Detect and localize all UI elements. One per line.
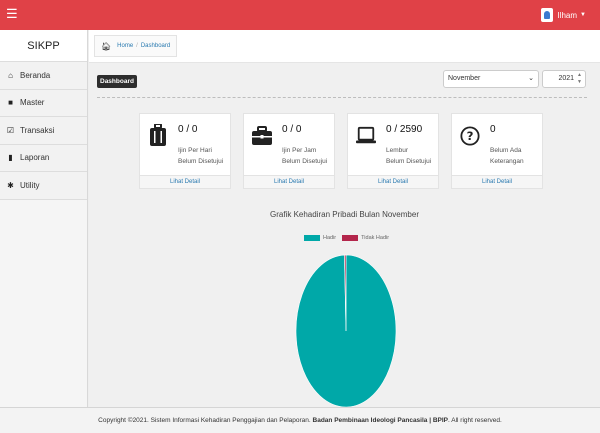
check-square-icon: ☑ (6, 125, 15, 135)
hamburger-icon[interactable]: ☰ (6, 7, 18, 20)
sidebar-item-label: Laporan (20, 153, 50, 163)
user-name: Ilham (557, 10, 578, 20)
breadcrumb: 🏠︎ Home / Dashboard (94, 35, 178, 57)
sidebar-item-label: Utility (20, 180, 40, 190)
breadcrumb-home[interactable]: Home (117, 43, 133, 49)
home-icon[interactable]: 🏠︎ (101, 42, 111, 51)
footer-org: Badan Pembinaan Ideologi Pancasila | BPI… (312, 417, 448, 424)
sidebar-item-label: Beranda (20, 70, 51, 80)
sidebar-item-label: Master (20, 98, 45, 108)
sidebar-item-label: Transaksi (20, 125, 55, 135)
gear-icon: ✱ (7, 180, 14, 190)
sidebar-item-transaksi[interactable]: ☑ Transaksi (0, 117, 87, 145)
user-avatar-icon (541, 8, 554, 22)
home-icon: ⌂ (8, 70, 13, 80)
file-icon: ▮ (8, 153, 13, 163)
user-menu[interactable]: Ilham ▼ (541, 8, 586, 22)
footer-text: Copyright ©2021. Sistem Informasi Kehadi… (98, 417, 311, 424)
page-footer: Copyright ©2021. Sistem Informasi Kehadi… (0, 407, 600, 433)
main-area: 🏠︎ Home / Dashboard Dashboard November ⌄… (89, 30, 600, 408)
attendance-pie-chart (295, 254, 397, 408)
sidebar-item-beranda[interactable]: ⌂ Beranda (0, 62, 87, 90)
sidebar-item-laporan[interactable]: ▮ Laporan (0, 144, 87, 172)
book-icon: ■ (8, 98, 13, 108)
sidebar-item-utility[interactable]: ✱ Utility (0, 172, 87, 200)
top-bar: ☰ Ilham ▼ (0, 0, 600, 30)
sidebar: SIKPP ⌂ Beranda ■ Master ☑ Transaksi ▮ L… (0, 30, 88, 407)
sidebar-item-master[interactable]: ■ Master (0, 89, 87, 117)
footer-suffix: . All right reserved. (448, 417, 502, 424)
chevron-down-icon: ▼ (580, 12, 586, 18)
app-brand: SIKPP (0, 30, 87, 62)
breadcrumb-current: Dashboard (140, 43, 171, 49)
dashboard-content: Dashboard November ⌄ 2021 ▲ ▼ 0 / 0 Ijin … (89, 62, 600, 408)
